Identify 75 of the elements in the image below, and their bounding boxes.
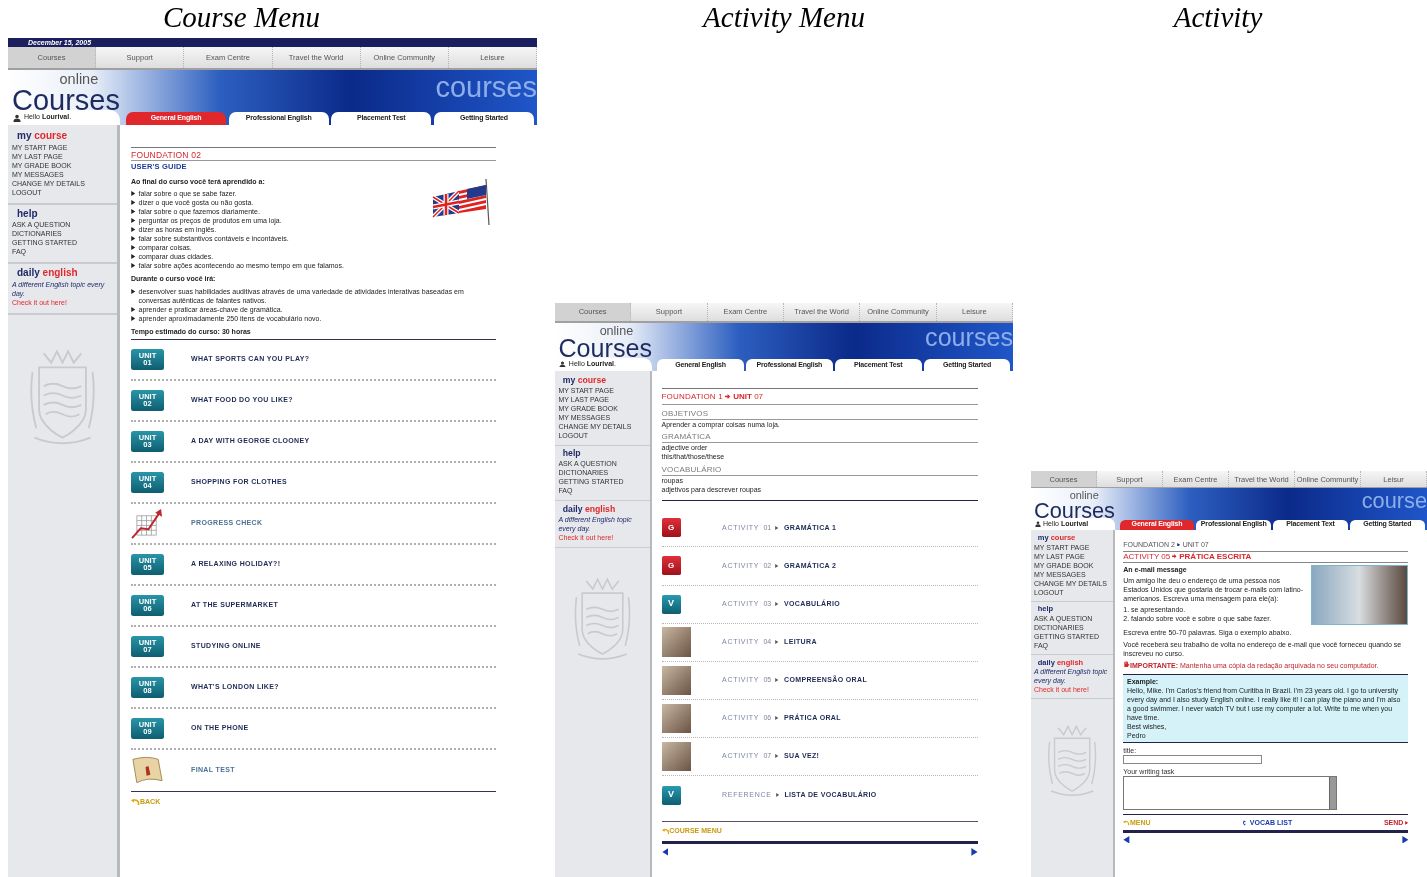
figure-caption: Course Menu	[162, 3, 321, 32]
triangle-icon	[775, 793, 780, 797]
triangle-icon	[775, 640, 779, 645]
triangle-icon	[775, 564, 779, 568]
logo-text: Courses	[1034, 500, 1115, 522]
user-icon	[1034, 520, 1041, 527]
vocabulary-badge: V	[661, 594, 681, 614]
bullet-icon	[131, 227, 136, 233]
section-heading: GRAMÁTICA	[661, 432, 978, 444]
logo-text: Courses	[12, 86, 120, 115]
bullet-icon	[131, 288, 136, 294]
bullet-icon	[131, 245, 136, 251]
previous-arrow-icon[interactable]	[661, 848, 669, 857]
arrow-icon	[1172, 554, 1177, 559]
sidebar-heading: help	[561, 448, 582, 460]
flag-drawing	[431, 176, 491, 227]
triangle-icon	[1177, 542, 1181, 547]
figure-caption: Activity Menu	[703, 3, 865, 32]
triangle-icon	[775, 754, 779, 759]
user-icon	[13, 113, 21, 122]
triangle-icon	[775, 678, 779, 683]
photo-placeholder	[661, 741, 691, 772]
curved-arrow-icon	[131, 798, 140, 807]
course-level-heading: FOUNDATION 1	[661, 390, 723, 403]
course-level-heading: FOUNDATION 02	[131, 149, 203, 161]
activity-heading: PRÁTICA ESCRITA	[1179, 551, 1252, 562]
vocabulary-badge: V	[661, 785, 681, 805]
photo-placeholder	[661, 627, 691, 657]
next-arrow-icon[interactable]	[970, 848, 978, 857]
photo-placeholder	[661, 703, 691, 734]
sidebar-heading: daily english	[561, 504, 617, 515]
triangle-icon	[1404, 820, 1409, 825]
bullet-icon	[131, 218, 136, 224]
bullet-icon	[131, 209, 136, 215]
next-arrow-icon[interactable]	[1401, 835, 1409, 843]
hand-icon	[1123, 660, 1130, 668]
section-heading: VOCABULÁRIO	[661, 464, 978, 476]
bullet-icon	[131, 191, 136, 197]
bullet-icon	[131, 315, 136, 321]
grammar-badge: G	[661, 556, 681, 576]
scrollbar[interactable]	[1328, 776, 1336, 810]
sidebar-heading: my course	[16, 130, 69, 143]
user-icon	[559, 360, 567, 368]
sidebar-heading: daily english	[16, 267, 79, 280]
title-field[interactable]	[1123, 754, 1262, 764]
curved-arrow-icon	[661, 828, 670, 836]
photo-placeholder	[661, 665, 691, 695]
activity-label: ACTIVITY 05	[1123, 551, 1171, 562]
previous-arrow-icon[interactable]	[1123, 835, 1130, 843]
figure-caption: Activity	[1173, 3, 1263, 32]
logo-subtext: online	[599, 324, 635, 338]
arrow-icon	[725, 393, 731, 400]
triangle-icon	[775, 525, 779, 530]
writing-task-field[interactable]	[1123, 775, 1337, 811]
chart-icon	[131, 507, 164, 539]
triangle-icon	[775, 716, 779, 721]
logo-subtext: online	[1069, 489, 1100, 501]
section-heading: OBJETIVOS	[661, 408, 978, 420]
grammar-badge: G	[661, 518, 681, 538]
logo-text: Courses	[558, 337, 652, 362]
bullet-icon	[131, 254, 136, 260]
banner-text: course	[1361, 488, 1427, 516]
banner-text: courses	[925, 322, 1013, 354]
curved-arrow-icon	[1123, 819, 1130, 826]
bullet-icon	[131, 306, 136, 312]
bullet-icon	[131, 200, 136, 206]
logo-subtext: online	[59, 72, 100, 87]
scroll-icon	[131, 755, 164, 786]
bullet-icon	[131, 263, 136, 269]
bullet-icon	[131, 236, 136, 242]
sidebar-heading: my course	[561, 374, 608, 386]
unit-heading: UNIT 07	[733, 390, 764, 403]
banner-text: courses	[435, 70, 537, 105]
sidebar-heading: help	[16, 207, 39, 220]
triangle-icon	[775, 602, 779, 606]
